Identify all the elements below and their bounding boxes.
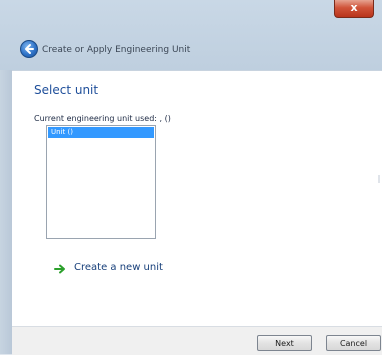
button-bar: Next Cancel xyxy=(12,326,382,355)
title-bar: x xyxy=(0,0,382,22)
create-new-unit-label: Create a new unit xyxy=(74,262,163,273)
wizard-title: Create or Apply Engineering Unit xyxy=(42,45,191,55)
close-button[interactable]: x xyxy=(334,0,374,18)
back-arrow-icon xyxy=(25,44,34,54)
wizard-content: Select unit Current engineering unit use… xyxy=(12,70,382,327)
list-item-selected[interactable]: Unit () xyxy=(48,127,154,138)
green-arrow-icon xyxy=(54,264,65,274)
next-button[interactable]: Next xyxy=(257,335,312,351)
close-icon: x xyxy=(350,1,358,14)
unit-listbox[interactable]: Unit () xyxy=(46,125,156,239)
window-left-border xyxy=(0,70,12,354)
page-title: Select unit xyxy=(34,83,99,97)
back-button[interactable] xyxy=(20,40,38,58)
navigation-bar xyxy=(0,22,382,62)
cancel-button[interactable]: Cancel xyxy=(326,335,381,351)
current-unit-label: Current engineering unit used: , () xyxy=(34,114,171,123)
edge-marker xyxy=(378,175,380,183)
